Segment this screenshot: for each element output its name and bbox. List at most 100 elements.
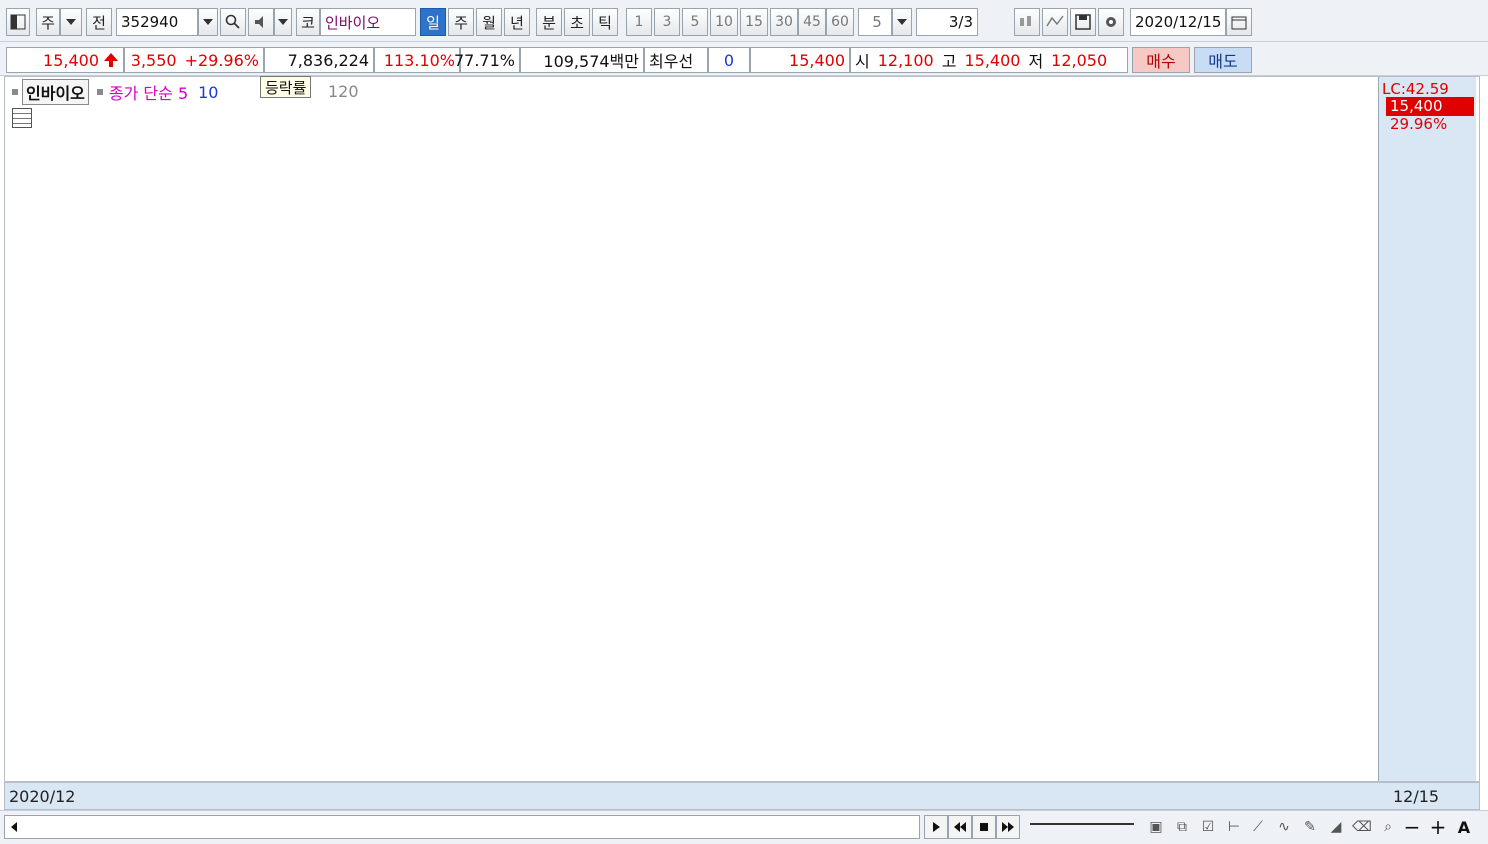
checklist-icon[interactable]: ☑ (1198, 817, 1218, 837)
layout-icon[interactable] (6, 8, 30, 36)
legend-marker (96, 89, 103, 95)
high-value: 15,400 (964, 50, 1021, 70)
best-label: 최우선 (644, 47, 708, 73)
chart-scrollbar[interactable] (4, 815, 920, 839)
tab-minute[interactable]: 분 (536, 8, 562, 36)
tab-second[interactable]: 초 (564, 8, 590, 36)
wave-icon[interactable]: ∿ (1274, 817, 1294, 837)
sell-button[interactable]: 매도 (1194, 47, 1252, 73)
play-button[interactable] (924, 815, 948, 839)
interval-5[interactable]: 5 (682, 8, 708, 36)
tab-day[interactable]: 일 (420, 8, 446, 36)
scroll-left-icon[interactable] (7, 816, 23, 838)
indicator-icon[interactable]: ⊢ (1224, 817, 1244, 837)
interval-45[interactable]: 45 (798, 8, 826, 36)
legend-stock-name[interactable]: 인바이오 (22, 79, 89, 105)
zoom-out-icon[interactable]: − (1402, 815, 1422, 839)
lc-label: LC:42.59 (1382, 80, 1449, 98)
legend-ma120[interactable]: 120 (328, 82, 359, 101)
legend-ma10[interactable]: 10 (198, 83, 218, 102)
change-value: 3,550 (130, 50, 177, 70)
change-box: 3,550 +29.96% (124, 47, 264, 73)
volume: 7,836,224 (264, 47, 374, 73)
code-dropdown[interactable] (198, 8, 218, 36)
candlestick-chart[interactable]: 11,00011,50012,00012,50013,00013,50014,0… (0, 76, 1488, 782)
line-tool-button[interactable] (1042, 8, 1068, 36)
chart-legend: 인바이오 종가 단순 5 10 (8, 79, 218, 105)
volume-ratio: 113.10% (374, 47, 460, 73)
market-type-button[interactable]: 주 (36, 8, 60, 36)
legend-marker (12, 89, 18, 95)
trade-amount: 109,574백만 (520, 47, 644, 73)
window-copy-icon[interactable]: ⧉ (1172, 817, 1192, 837)
calendar-button[interactable] (1226, 8, 1252, 36)
interval-3[interactable]: 3 (654, 8, 680, 36)
best-price: 15,400 (750, 47, 850, 73)
open-label: 시 (855, 52, 870, 71)
settings-button[interactable] (1098, 8, 1124, 36)
chevron-down-icon (66, 19, 76, 25)
sound-button[interactable] (248, 8, 274, 36)
interval-10[interactable]: 10 (710, 8, 738, 36)
tab-month[interactable]: 월 (476, 8, 502, 36)
stock-code-input[interactable]: 352940 (116, 8, 198, 36)
sound-dropdown[interactable] (274, 8, 292, 36)
up-arrow-icon (104, 53, 118, 67)
ohlc-box: 시 12,100 고 15,400 저 12,050 (850, 47, 1128, 73)
stock-name-field[interactable]: 인바이오 (320, 8, 416, 36)
candle-settings-button[interactable] (1014, 8, 1040, 36)
auto-scale-icon[interactable]: A (1454, 817, 1474, 837)
zoom-in-icon[interactable]: + (1428, 815, 1448, 839)
interval-30[interactable]: 30 (770, 8, 798, 36)
zoom-icon[interactable]: ⌕ (1378, 817, 1398, 837)
erase-icon[interactable]: ⌫ (1352, 817, 1372, 837)
date-input[interactable]: 2020/12/15 (1130, 8, 1226, 36)
interval-60[interactable]: 60 (826, 8, 854, 36)
interval-1[interactable]: 1 (626, 8, 652, 36)
buy-button[interactable]: 매수 (1132, 47, 1190, 73)
stop-icon (980, 823, 988, 831)
legend-ma-label[interactable]: 종가 단순 5 (109, 80, 188, 104)
current-pct-label: 29.96% (1390, 115, 1448, 133)
date-axis-left: 2020/12 (9, 787, 76, 806)
line-icon[interactable]: ⟋ (1248, 817, 1268, 837)
rewind-icon (954, 822, 966, 832)
market-type-dropdown[interactable] (60, 8, 82, 36)
calendar-icon (1231, 16, 1247, 30)
zoom-slider[interactable] (1030, 823, 1134, 829)
date-axis: 2020/12 12/15 (4, 782, 1480, 810)
open-value: 12,100 (877, 50, 934, 70)
turnover-rate: 77.71% (454, 47, 520, 73)
quote-bar: 15,400 3,550 +29.96% 7,836,224 113.10% 7… (0, 42, 1488, 76)
current-price-tag: 15,400 (1386, 97, 1474, 116)
trend-icon (1046, 15, 1064, 27)
page-indicator: 3/3 (916, 8, 978, 36)
search-button[interactable] (220, 8, 246, 36)
fill-icon[interactable]: ◢ (1326, 817, 1346, 837)
table-icon[interactable] (12, 108, 32, 128)
low-label: 저 (1028, 52, 1044, 71)
tab-week[interactable]: 주 (448, 8, 474, 36)
copy-icon[interactable]: ▣ (1146, 817, 1166, 837)
fast-forward-icon (1002, 822, 1014, 832)
prev-button[interactable]: 전 (86, 8, 112, 36)
speaker-icon (255, 16, 263, 28)
interval-15[interactable]: 15 (740, 8, 768, 36)
interval-select[interactable]: 5 (858, 8, 892, 36)
date-axis-right: 12/15 (1393, 787, 1440, 806)
stop-button[interactable] (972, 815, 996, 839)
current-price-box: 15,400 (6, 47, 124, 73)
candles-icon (1020, 16, 1031, 26)
draw-icon[interactable]: ✎ (1300, 817, 1320, 837)
high-label: 고 (941, 52, 957, 71)
save-button[interactable] (1070, 8, 1096, 36)
chart-toolbar: 주 전 352940 코 인바이오 일 주 월 년 분 초 틱 1 3 5 10… (0, 0, 1488, 42)
interval-dropdown[interactable] (892, 8, 912, 36)
chevron-down-icon (203, 19, 213, 25)
fast-forward-button[interactable] (996, 815, 1020, 839)
chevron-down-icon (278, 19, 288, 25)
tab-tick[interactable]: 틱 (592, 8, 618, 36)
tab-year[interactable]: 년 (504, 8, 530, 36)
rewind-button[interactable] (948, 815, 972, 839)
window-icon (10, 14, 26, 30)
